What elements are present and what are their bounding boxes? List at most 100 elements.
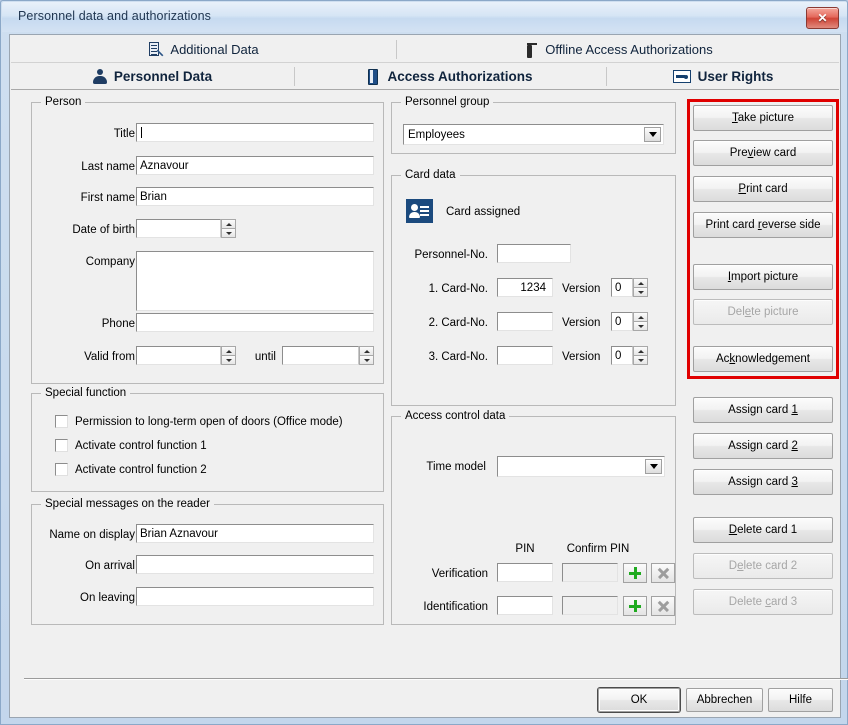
identification-add-button[interactable] <box>623 596 647 616</box>
spinner-down-icon[interactable] <box>221 355 236 365</box>
card-3-version-spinner[interactable]: 0 <box>611 346 648 365</box>
title-input[interactable] <box>136 123 374 142</box>
verification-clear-button[interactable] <box>651 563 675 583</box>
identification-clear-button[interactable] <box>651 596 675 616</box>
access-control-group: Access control data <box>391 410 676 625</box>
valid-from-input[interactable] <box>136 346 221 365</box>
person-icon <box>92 69 107 84</box>
door-icon <box>367 68 380 85</box>
identification-pin-input[interactable] <box>497 596 553 615</box>
checkbox-control-function-1[interactable] <box>55 439 68 452</box>
help-button[interactable]: Hilfe <box>768 688 833 712</box>
chevron-down-icon[interactable] <box>644 127 661 142</box>
spinner-up-icon[interactable] <box>633 312 648 321</box>
tab-additional-data[interactable]: Additional Data <box>11 36 396 63</box>
valid-until-input[interactable] <box>282 346 359 365</box>
spinner-up-icon[interactable] <box>633 278 648 287</box>
take-picture-button[interactable]: Take picture <box>693 105 833 131</box>
verification-label: Verification <box>431 568 488 580</box>
print-card-reverse-side-button[interactable]: Print card reverse side <box>693 212 833 238</box>
spinner-up-icon[interactable] <box>221 346 236 355</box>
spinner-down-icon[interactable] <box>633 321 648 331</box>
first-name-input[interactable]: Brian <box>136 187 374 206</box>
dialog-client-area: Additional Data Offline Access Authoriza… <box>9 34 848 718</box>
tab-access-authorizations[interactable]: Access Authorizations <box>295 63 605 90</box>
close-button[interactable]: ✕ <box>806 7 839 29</box>
last-name-label: Last name <box>81 161 135 173</box>
assign-card-3-button[interactable]: Assign card 3 <box>693 469 833 495</box>
spinner-down-icon[interactable] <box>221 228 236 238</box>
button-label: Abbrechen <box>696 694 753 706</box>
verification-confirm-pin-input[interactable] <box>562 563 618 582</box>
personnel-no-input[interactable] <box>497 244 571 263</box>
spinner-down-icon[interactable] <box>633 287 648 297</box>
ok-button[interactable]: OK <box>598 688 680 712</box>
tab-user-rights[interactable]: User Rights <box>607 63 839 90</box>
button-label: Delete picture <box>727 306 799 318</box>
personnel-group-select[interactable]: Employees <box>403 124 664 145</box>
card-no-3-input[interactable] <box>497 346 553 365</box>
import-picture-button[interactable]: Import picture <box>693 264 833 290</box>
spinner-down-icon[interactable] <box>633 355 648 365</box>
valid-from-spinner[interactable] <box>136 346 236 365</box>
delete-card-2-button[interactable]: Delete card 2 <box>693 553 833 579</box>
print-card-button[interactable]: Print card <box>693 176 833 202</box>
card-1-version-input[interactable]: 0 <box>611 278 633 297</box>
name-on-display-input[interactable]: Brian Aznavour <box>136 524 374 543</box>
company-input[interactable] <box>136 251 374 311</box>
checkbox-control-function-2[interactable] <box>55 463 68 476</box>
until-label: until <box>254 351 276 363</box>
acknowledgement-button[interactable]: Acknowledgement <box>693 346 833 372</box>
spinner-buttons[interactable] <box>633 346 648 365</box>
spinner-buttons[interactable] <box>633 278 648 297</box>
verification-pin-input[interactable] <box>497 563 553 582</box>
button-label: Take picture <box>731 112 794 124</box>
phone-input[interactable] <box>136 313 374 332</box>
on-leaving-input[interactable] <box>136 587 374 606</box>
spinner-down-icon[interactable] <box>359 355 374 365</box>
card-no-2-input[interactable] <box>497 312 553 331</box>
cancel-button[interactable]: Abbrechen <box>686 688 763 712</box>
tab-personnel-data[interactable]: Personnel Data <box>11 63 293 90</box>
assign-card-1-button[interactable]: Assign card 1 <box>693 397 833 423</box>
card-no-1-input[interactable]: 1234 <box>497 278 553 297</box>
spinner-buttons[interactable] <box>221 219 236 238</box>
valid-until-spinner[interactable] <box>282 346 374 365</box>
tab-offline-access-authorizations[interactable]: Offline Access Authorizations <box>397 36 839 63</box>
delete-card-1-button[interactable]: Delete card 1 <box>693 517 833 543</box>
spinner-up-icon[interactable] <box>221 219 236 228</box>
card-2-version-input[interactable]: 0 <box>611 312 633 331</box>
tab-label: Additional Data <box>170 42 259 57</box>
special-function-legend: Special function <box>41 387 131 399</box>
last-name-input[interactable]: Aznavour <box>136 156 374 175</box>
preview-card-button[interactable]: Preview card <box>693 140 833 166</box>
assign-card-2-button[interactable]: Assign card 2 <box>693 433 833 459</box>
card-3-version-input[interactable]: 0 <box>611 346 633 365</box>
date-of-birth-spinner[interactable] <box>136 219 236 238</box>
chevron-down-icon[interactable] <box>645 459 662 474</box>
time-model-select[interactable] <box>497 456 665 477</box>
on-arrival-input[interactable] <box>136 555 374 574</box>
card-1-version-spinner[interactable]: 0 <box>611 278 648 297</box>
identification-confirm-pin-input[interactable] <box>562 596 618 615</box>
spinner-up-icon[interactable] <box>633 346 648 355</box>
delete-picture-button[interactable]: Delete picture <box>693 299 833 325</box>
title-bar: Personnel data and authorizations ✕ <box>2 2 847 32</box>
delete-card-3-button[interactable]: Delete card 3 <box>693 589 833 615</box>
card-2-version-spinner[interactable]: 0 <box>611 312 648 331</box>
spinner-buttons[interactable] <box>221 346 236 365</box>
spinner-buttons[interactable] <box>633 312 648 331</box>
card-no-3-label: 3. Card-No. <box>428 351 488 363</box>
card-data-legend: Card data <box>401 169 460 181</box>
spinner-buttons[interactable] <box>359 346 374 365</box>
card-assigned-icon <box>406 199 433 223</box>
spinner-up-icon[interactable] <box>359 346 374 355</box>
button-label: Assign card 2 <box>728 440 798 452</box>
button-label: Preview card <box>729 147 797 159</box>
phone-label: Phone <box>101 318 135 330</box>
version-3-label: Version <box>562 351 601 363</box>
button-label: Import picture <box>727 271 799 283</box>
verification-add-button[interactable] <box>623 563 647 583</box>
checkbox-office-mode[interactable] <box>55 415 68 428</box>
date-of-birth-input[interactable] <box>136 219 221 238</box>
